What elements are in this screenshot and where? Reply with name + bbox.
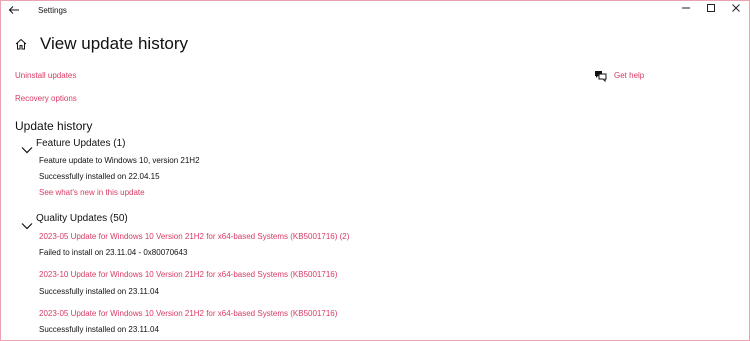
chevron-down-icon[interactable] xyxy=(21,141,33,154)
feature-update-status: Successfully installed on 22.04.15 xyxy=(39,172,160,181)
title-bar: Settings xyxy=(1,1,749,21)
maximize-icon xyxy=(707,4,715,12)
update-history-heading: Update history xyxy=(15,119,93,133)
quality-update-link[interactable]: 2023-05 Update for Windows 10 Version 21… xyxy=(39,232,349,241)
window-title: Settings xyxy=(38,6,67,15)
quality-update-status: Successfully installed on 23.11.04 xyxy=(39,325,159,334)
quality-update-link[interactable]: 2023-10 Update for Windows 10 Version 21… xyxy=(39,270,337,279)
quality-update-link[interactable]: 2023-05 Update for Windows 10 Version 21… xyxy=(39,309,337,318)
page-title: View update history xyxy=(40,34,189,53)
feature-update-name: Feature update to Windows 10, version 21… xyxy=(39,156,200,165)
close-button[interactable] xyxy=(723,1,749,21)
feature-updates-toggle[interactable]: Feature Updates (1) xyxy=(36,138,126,149)
home-icon[interactable] xyxy=(14,37,28,51)
back-button[interactable] xyxy=(7,4,21,18)
close-icon xyxy=(732,4,740,12)
quality-update-status: Failed to install on 23.11.04 - 0x800706… xyxy=(39,248,188,257)
quality-updates-toggle[interactable]: Quality Updates (50) xyxy=(36,213,128,224)
recovery-options-link[interactable]: Recovery options xyxy=(15,94,77,103)
chevron-down-icon[interactable] xyxy=(21,217,33,230)
whats-new-link[interactable]: See what's new in this update xyxy=(39,188,145,197)
quality-update-status: Successfully installed on 23.11.04 xyxy=(39,287,159,296)
chat-help-icon[interactable] xyxy=(594,69,607,83)
uninstall-updates-link[interactable]: Uninstall updates xyxy=(15,71,76,80)
minimize-button[interactable] xyxy=(673,1,699,21)
settings-window: Settings View update history Uninstall u… xyxy=(0,0,750,341)
get-help-link[interactable]: Get help xyxy=(614,71,644,80)
minimize-icon xyxy=(682,7,690,9)
back-arrow-icon xyxy=(8,6,19,14)
maximize-button[interactable] xyxy=(698,1,724,21)
